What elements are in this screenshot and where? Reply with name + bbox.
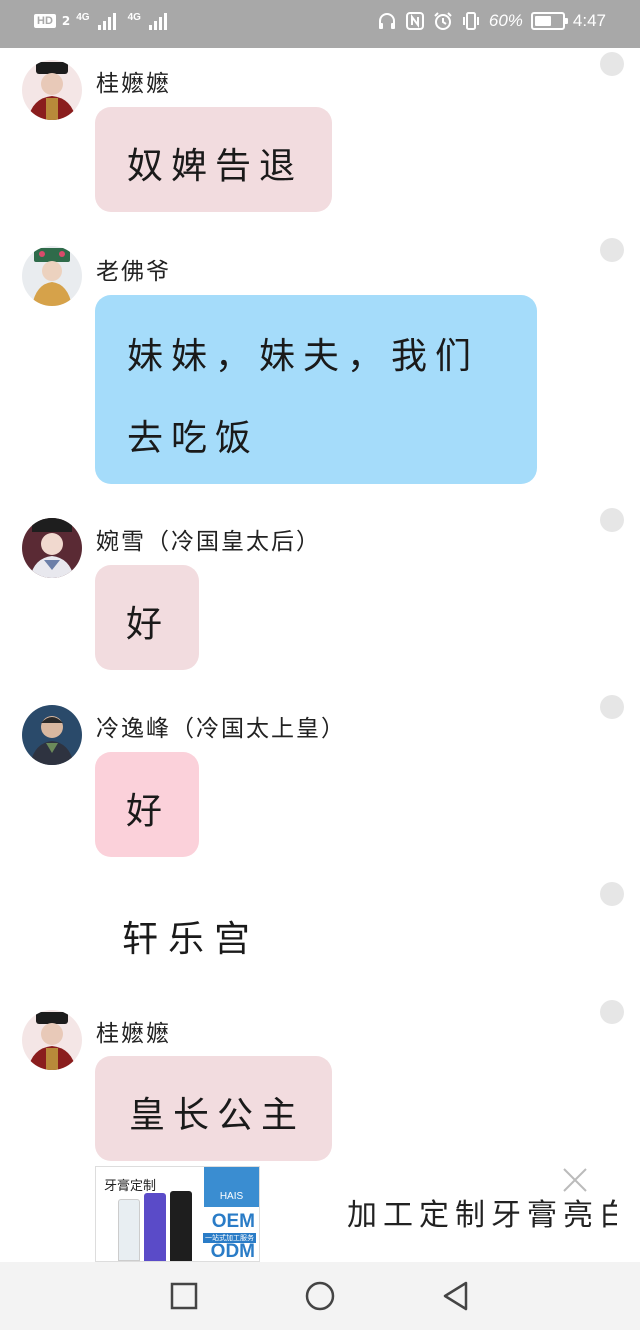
ad-title[interactable]: 加工定制牙膏亮白 xyxy=(347,1190,617,1234)
avatar[interactable] xyxy=(22,705,82,765)
message-text-line: 去吃饭 xyxy=(127,418,260,459)
chat-message: 桂嬷嬷 皇长公主 xyxy=(0,1000,640,1168)
status-bar: HD 2 4G 4G 60% 4:47 xyxy=(0,0,640,48)
battery-percent: 60% xyxy=(488,11,523,30)
ad-brand-logo: HAIS xyxy=(204,1167,259,1207)
avatar[interactable] xyxy=(22,60,82,120)
sender-name: 桂嬷嬷 xyxy=(96,1021,171,1047)
sim-slot-label: 2 xyxy=(61,14,71,28)
back-triangle-icon[interactable] xyxy=(440,1280,472,1312)
chat-message: 桂嬷嬷 奴婢告退 xyxy=(0,52,640,218)
toothpaste-tube-icon xyxy=(170,1191,192,1261)
avatar[interactable] xyxy=(22,518,82,578)
toothpaste-tube-icon xyxy=(118,1199,140,1261)
network-type-label: 4G xyxy=(76,12,90,23)
message-text: 皇长公主 xyxy=(129,1095,306,1136)
narration-text: 轩乐宫 xyxy=(122,919,261,960)
sender-name: 老佛爷 xyxy=(96,259,171,285)
recents-square-icon[interactable] xyxy=(168,1280,200,1312)
message-text: 奴婢告退 xyxy=(127,146,304,187)
select-circle[interactable] xyxy=(600,238,624,262)
clock: 4:47 xyxy=(572,11,606,30)
message-text-line: 妹妹，妹夫，我们 xyxy=(127,336,480,377)
message-bubble[interactable]: 妹妹，妹夫，我们 去吃饭 xyxy=(95,295,537,484)
home-circle-icon[interactable] xyxy=(304,1280,336,1312)
message-bubble[interactable]: 好 xyxy=(95,565,199,670)
system-nav-bar xyxy=(0,1262,640,1330)
status-right: 60% 4:47 xyxy=(377,11,606,31)
ad-image[interactable]: 牙膏定制 HAIS OEM 一站式加工服务 ODM xyxy=(95,1166,260,1262)
alarm-icon xyxy=(433,11,453,31)
message-bubble[interactable]: 好 xyxy=(95,752,199,857)
battery-icon xyxy=(530,12,568,30)
avatar[interactable] xyxy=(22,246,82,306)
ad-oem-label: OEM xyxy=(211,1211,255,1232)
hd-voice-icon: HD xyxy=(34,14,56,28)
chat-message: 婉雪（冷国皇太后） 好 xyxy=(0,508,640,676)
signal-icon xyxy=(97,12,116,30)
ad-brand-text: HAIS xyxy=(219,1191,244,1202)
select-circle[interactable] xyxy=(600,1000,624,1024)
avatar[interactable] xyxy=(22,1010,82,1070)
ad-odm-label: ODM xyxy=(210,1241,255,1262)
close-icon[interactable] xyxy=(561,1166,589,1194)
select-circle[interactable] xyxy=(600,52,624,76)
ad-image-tag: 牙膏定制 xyxy=(104,1179,157,1194)
headphones-icon xyxy=(377,11,397,31)
chat-message: 老佛爷 妹妹，妹夫，我们 去吃饭 xyxy=(0,238,640,486)
message-text: 好 xyxy=(126,604,171,645)
select-circle[interactable] xyxy=(600,508,624,532)
status-left: HD 2 4G 4G xyxy=(34,12,167,30)
ad-banner[interactable]: 牙膏定制 HAIS OEM 一站式加工服务 ODM 加工定制牙膏亮白 xyxy=(95,1166,640,1262)
message-bubble[interactable]: 奴婢告退 xyxy=(95,107,332,212)
toothpaste-tube-icon xyxy=(144,1193,166,1261)
vibrate-icon xyxy=(461,11,481,31)
sender-name: 婉雪（冷国皇太后） xyxy=(96,529,321,555)
network-type-label-2: 4G xyxy=(127,12,141,23)
sender-name: 冷逸峰（冷国太上皇） xyxy=(96,716,346,742)
message-bubble[interactable]: 皇长公主 xyxy=(95,1056,332,1161)
select-circle[interactable] xyxy=(600,695,624,719)
message-text: 好 xyxy=(126,791,171,832)
chat-message: 冷逸峰（冷国太上皇） 好 xyxy=(0,695,640,863)
nfc-icon xyxy=(405,11,425,31)
sender-name: 桂嬷嬷 xyxy=(96,71,171,97)
select-circle[interactable] xyxy=(600,882,624,906)
signal-icon-2 xyxy=(148,12,167,30)
